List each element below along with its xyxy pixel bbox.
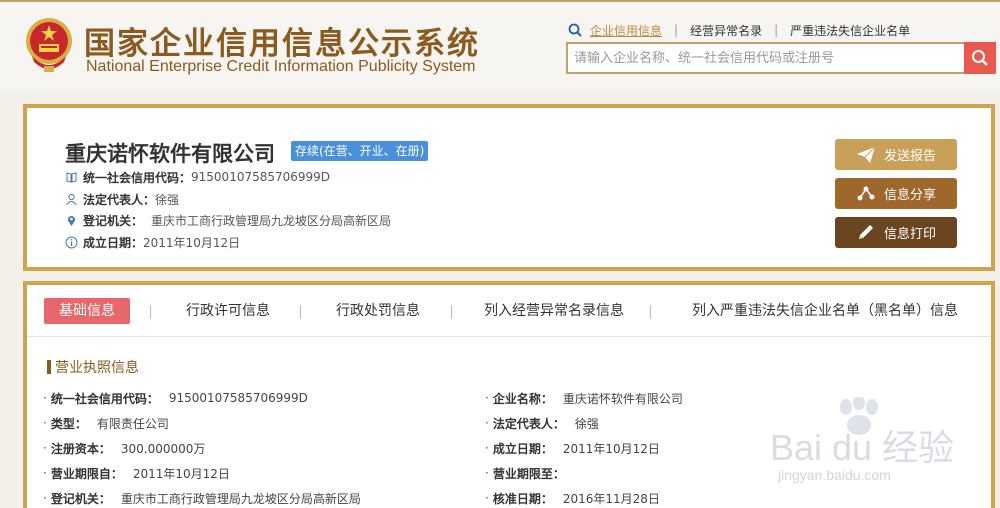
field-term-to: · 营业期限至： <box>485 466 565 481</box>
status-badge: 存续(在营、开业、在册) <box>291 141 429 161</box>
divider: | <box>774 23 779 37</box>
field-label: 统一社会信用代码： <box>50 391 159 406</box>
info-circle-icon <box>65 236 78 248</box>
field-label: 法定代表人： <box>492 416 565 431</box>
field-type: · 类型： 有限责任公司 <box>43 416 169 431</box>
tab-blacklist[interactable]: 列入严重违法失信企业名单（黑名单）信息 <box>687 298 963 324</box>
share-icon <box>857 186 875 200</box>
send-report-button[interactable]: 发送报告 <box>835 139 957 170</box>
credit-code-label: 统一社会信用代码： <box>83 170 192 185</box>
field-value: 91500107585706999D <box>168 391 308 405</box>
tab-abnormal-list[interactable]: 列入经营异常名录信息 <box>475 298 633 324</box>
established-label: 成立日期： <box>83 235 144 250</box>
tab-divider <box>150 305 151 319</box>
search-input[interactable] <box>568 44 964 72</box>
credit-code-value: 91500107585706999D <box>191 170 331 184</box>
field-company-name: · 企业名称： 重庆诺怀软件有限公司 <box>485 391 683 406</box>
tab-divider <box>451 305 452 319</box>
tab-divider <box>650 305 651 319</box>
field-value: 2016年11月28日 <box>562 491 660 506</box>
pencil-icon <box>858 224 873 239</box>
field-value: 重庆诺怀软件有限公司 <box>562 391 683 406</box>
field-value: 有限责任公司 <box>96 416 169 431</box>
share-label: 信息分享 <box>883 188 936 203</box>
site-title: 国家企业信用信息公示系统 <box>84 26 480 62</box>
tab-bar: 基础信息 行政许可信息 行政处罚信息 列入经营异常名录信息 列入严重违法失信企业… <box>27 285 991 337</box>
field-registered-capital: · 注册资本： 300.000000万 <box>43 441 206 456</box>
national-emblem-icon <box>26 18 72 72</box>
company-name: 重庆诺怀软件有限公司 <box>65 142 275 166</box>
search-icon <box>568 23 582 37</box>
authority-row: 登记机关： 重庆市工商行政管理局九龙坡区分局高新区局 <box>65 212 391 228</box>
divider: | <box>674 23 679 37</box>
print-button[interactable]: 信息打印 <box>835 217 957 248</box>
share-button[interactable]: 信息分享 <box>835 178 957 209</box>
established-value: 2011年10月12日 <box>143 235 241 250</box>
field-label: 核准日期： <box>492 491 553 506</box>
field-value: 2011年10月12日 <box>132 466 230 481</box>
field-value: 徐强 <box>574 416 599 431</box>
legal-rep-row: 法定代表人： 徐强 <box>65 191 179 207</box>
section-title-text: 营业执照信息 <box>55 360 139 376</box>
search-button[interactable] <box>964 42 996 74</box>
field-legal-rep: · 法定代表人： 徐强 <box>485 416 599 431</box>
field-label: 企业名称： <box>492 391 553 406</box>
tab-admin-license[interactable]: 行政许可信息 <box>175 298 281 324</box>
field-value: 2011年10月12日 <box>562 441 660 456</box>
field-label: 营业期限至： <box>492 466 565 481</box>
field-value: 300.000000万 <box>120 441 206 456</box>
legal-rep-label: 法定代表人： <box>83 192 156 207</box>
tab-admin-penalty[interactable]: 行政处罚信息 <box>325 298 431 324</box>
field-credit-code: · 统一社会信用代码： 91500107585706999D <box>43 391 308 406</box>
field-label: 营业期限自： <box>50 466 123 481</box>
site-subtitle: National Enterprise Credit Information P… <box>86 58 476 75</box>
section-title: 营业执照信息 <box>47 357 139 377</box>
field-established: · 成立日期： 2011年10月12日 <box>485 441 660 456</box>
person-icon <box>66 193 77 205</box>
established-row: 成立日期： 2011年10月12日 <box>65 234 240 250</box>
link-abnormal-list[interactable]: 经营异常名录 <box>690 22 762 39</box>
field-label: 注册资本： <box>50 441 111 456</box>
field-term-from: · 营业期限自： 2011年10月12日 <box>43 466 230 481</box>
search-icon <box>972 50 988 66</box>
authority-value: 重庆市工商行政管理局九龙坡区分局高新区局 <box>151 213 392 228</box>
legal-rep-value: 徐强 <box>155 192 180 207</box>
field-label: 登记机关： <box>50 491 111 506</box>
field-authority: · 登记机关： 重庆市工商行政管理局九龙坡区分局高新区局 <box>43 491 361 506</box>
authority-label: 登记机关： <box>83 213 144 228</box>
search-box <box>566 42 996 74</box>
print-label: 信息打印 <box>883 227 936 242</box>
tab-divider <box>300 305 301 319</box>
book-icon <box>66 171 77 183</box>
top-links: 企业信用信息 | 经营异常名录 | 严重违法失信企业名单 <box>568 22 910 38</box>
location-pin-icon <box>67 215 76 226</box>
credit-code-row: 统一社会信用代码： 91500107585706999D <box>65 169 330 185</box>
company-summary-card: 重庆诺怀软件有限公司 存续(在营、开业、在册) 统一社会信用代码： 915001… <box>23 104 995 271</box>
send-report-label: 发送报告 <box>883 149 936 164</box>
paper-plane-icon <box>856 146 876 163</box>
link-credit-info[interactable]: 企业信用信息 <box>590 22 662 39</box>
section-marker <box>47 360 51 374</box>
field-label: 类型： <box>50 416 87 431</box>
field-label: 成立日期： <box>492 441 553 456</box>
tab-basic-info[interactable]: 基础信息 <box>44 298 130 324</box>
field-approval-date: · 核准日期： 2016年11月28日 <box>485 491 660 506</box>
link-blacklist[interactable]: 严重违法失信企业名单 <box>790 22 910 39</box>
company-detail-card: 基础信息 行政许可信息 行政处罚信息 列入经营异常名录信息 列入严重违法失信企业… <box>23 281 995 508</box>
field-value: 重庆市工商行政管理局九龙坡区分局高新区局 <box>120 491 361 506</box>
top-header: 国家企业信用信息公示系统 National Enterprise Credit … <box>0 0 1000 92</box>
